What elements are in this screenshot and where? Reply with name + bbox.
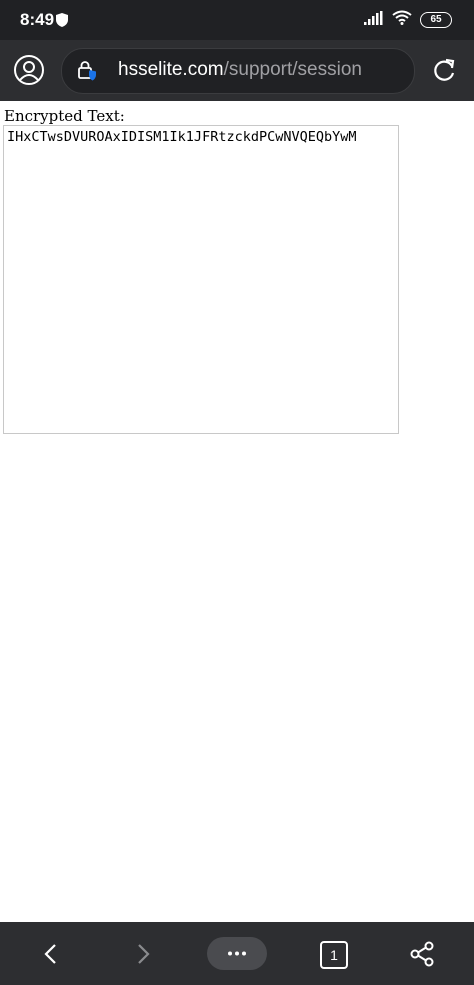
status-bar: 8:49 65 [0, 0, 474, 40]
bottom-navigation: 1 [0, 922, 474, 985]
signal-icon [364, 10, 384, 29]
resize-handle-icon[interactable] [390, 425, 397, 432]
page-content: Encrypted Text: IHxCTwsDVUROAxIDISM1Ik1J… [0, 101, 474, 922]
shield-icon [56, 12, 68, 31]
url-host: hsselite.com [118, 59, 224, 80]
wifi-icon [392, 10, 412, 29]
more-dots-icon [228, 951, 246, 956]
forward-icon[interactable] [128, 940, 156, 968]
battery-indicator: 65 [420, 11, 452, 28]
url-path: /support/session [223, 59, 362, 80]
encrypted-text-area[interactable]: IHxCTwsDVUROAxIDISM1Ik1JFRtzckdPCwNVQEQb… [3, 125, 399, 434]
more-menu-button[interactable] [207, 937, 267, 970]
account-icon[interactable] [13, 54, 45, 86]
lock-icon[interactable] [76, 59, 100, 83]
url-text[interactable]: hsselite.com/support/session [118, 59, 362, 81]
reload-icon[interactable] [430, 57, 458, 85]
encrypted-text-label: Encrypted Text: [4, 107, 125, 125]
browser-toolbar: hsselite.com/support/session [0, 40, 474, 101]
share-icon[interactable] [408, 940, 436, 968]
address-bar[interactable]: hsselite.com/support/session [61, 48, 415, 94]
back-icon[interactable] [38, 940, 66, 968]
tab-count-button[interactable]: 1 [320, 941, 348, 969]
encrypted-text-value: IHxCTwsDVUROAxIDISM1Ik1JFRtzckdPCwNVQEQb… [7, 129, 357, 145]
status-indicators: 65 [364, 10, 452, 29]
status-time: 8:49 [20, 10, 55, 29]
